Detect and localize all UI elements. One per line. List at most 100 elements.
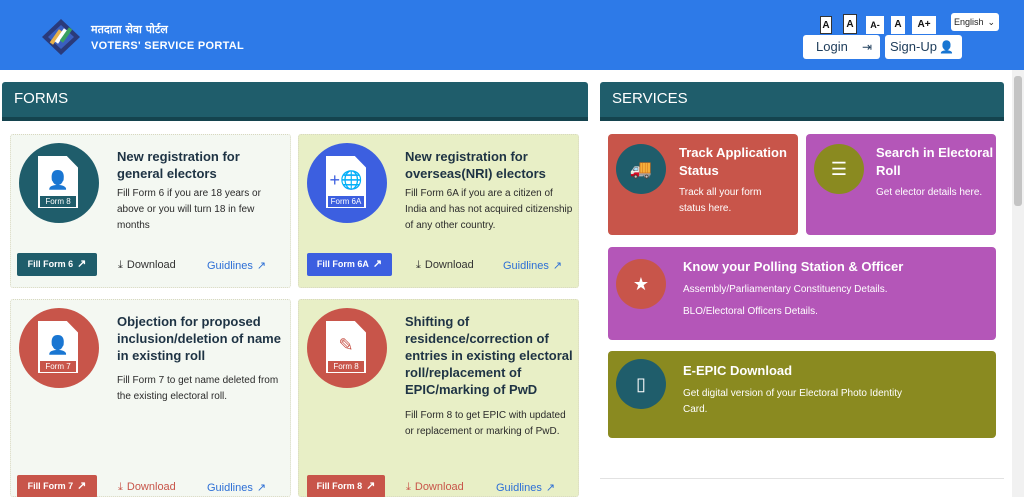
truck-icon: 🚚 (616, 144, 666, 194)
language-value: English (954, 17, 984, 27)
scrollbar-thumb[interactable] (1014, 76, 1022, 206)
document-icon: 👤 Form 8 (38, 156, 78, 208)
guidelines-label: Guidlines (496, 482, 542, 494)
document-icon: +🌐 Form 6A (326, 156, 366, 208)
form-card-6a: +🌐 Form 6A New registration for overseas… (298, 134, 579, 288)
arrow-up-right-icon: ↗ (256, 260, 267, 272)
shield-star-icon: ★ (616, 259, 666, 309)
card-description: Fill Form 8 to get EPIC with updated or … (405, 410, 566, 437)
service-title: Search in Electoral Roll (876, 145, 994, 178)
search-list-icon: ☰ (814, 144, 864, 194)
services-heading: SERVICES (600, 82, 1004, 121)
edit-icon: ✎ (338, 335, 354, 355)
card-description: Fill Form 7 to get name deleted from the… (117, 375, 279, 402)
font-size-decrease-button[interactable]: A- (866, 16, 884, 34)
arrow-up-right-icon: ↗ (552, 260, 563, 272)
guidelines-link[interactable]: Guidlines ↗ (207, 259, 266, 272)
globe-icon: +🌐 (329, 170, 363, 190)
download-icon: ⤓ (118, 481, 123, 493)
service-title: Know your Polling Station & Officer (683, 259, 904, 274)
service-description: Assembly/Parliamentary Constituency Deta… (683, 284, 888, 295)
brand-hindi: मतदाता सेवा पोर्टल (91, 23, 168, 36)
fill-form-label: Fill Form 6A (316, 259, 369, 269)
download-label: Download (126, 481, 176, 493)
font-size-default-button[interactable]: A (820, 16, 832, 34)
language-select[interactable]: English ⌄ (951, 13, 999, 31)
arrow-up-right-icon: ↗ (256, 482, 267, 494)
service-e-epic-download[interactable]: ▯ E-EPIC Download Get digital version of… (608, 351, 996, 438)
document-icon: ✎ Form 8 (326, 321, 366, 373)
guidelines-label: Guidlines (207, 260, 253, 272)
font-size-contrast-button[interactable]: A (843, 14, 857, 34)
login-icon: ⇥ (861, 40, 872, 54)
arrow-up-right-icon: ↗ (545, 482, 556, 494)
download-link[interactable]: ⤓ Download (406, 481, 464, 494)
service-description: Get digital version of your Electoral Ph… (683, 388, 903, 415)
service-polling-station[interactable]: ★ Know your Polling Station & Officer As… (608, 247, 996, 340)
brand-english: VOTERS' SERVICE PORTAL (91, 40, 245, 52)
service-title: E-EPIC Download (683, 363, 793, 378)
fill-form-label: Fill Form 7 (27, 481, 74, 491)
form-label: Form 8 (40, 196, 76, 207)
download-link[interactable]: ⤓ Download (118, 481, 176, 494)
download-icon: ⤓ (118, 259, 123, 271)
service-track-application[interactable]: 🚚 Track Application Status Track all you… (608, 134, 798, 235)
font-size-normal-button[interactable]: A (891, 16, 905, 34)
guidelines-label: Guidlines (503, 260, 549, 272)
forms-heading: FORMS (2, 82, 588, 121)
card-description: Fill Form 6A if you are a citizen of Ind… (405, 188, 573, 231)
guidelines-link[interactable]: Guidlines ↗ (207, 481, 266, 494)
form-6a-badge: +🌐 Form 6A (307, 143, 387, 223)
fill-form-7-button[interactable]: Fill Form 7 ↗ (17, 475, 97, 497)
font-size-increase-button[interactable]: A+ (912, 16, 936, 34)
guidelines-link[interactable]: Guidlines ↗ (496, 481, 555, 494)
service-description: Get elector details here. (876, 187, 983, 198)
fill-form-6-button[interactable]: Fill Form 6 ↗ (17, 253, 97, 276)
service-description-2: BLO/Electoral Officers Details. (683, 306, 818, 317)
form-8-badge: ✎ Form 8 (307, 308, 387, 388)
card-title: Objection for proposed inclusion/deletio… (117, 314, 281, 363)
fill-form-6a-button[interactable]: Fill Form 6A ↗ (307, 253, 392, 276)
form-card-7: 👤 Form 7 Objection for proposed inclusio… (10, 299, 291, 497)
download-icon: ⤓ (406, 481, 411, 493)
card-title: New registration for overseas(NRI) elect… (405, 149, 546, 181)
form-6-badge: 👤 Form 8 (19, 143, 99, 223)
chevron-down-icon: ⌄ (987, 17, 995, 27)
download-icon: ⤓ (416, 259, 421, 271)
card-description: Fill Form 6 if you are 18 years or above… (117, 188, 261, 231)
service-title: Track Application Status (679, 145, 787, 178)
download-link[interactable]: ⤓ Download (118, 259, 176, 272)
eci-logo (42, 19, 80, 55)
card-title: Shifting of residence/correction of entr… (405, 314, 573, 397)
signup-button[interactable]: Sign-Up 👤 (885, 35, 962, 59)
guidelines-label: Guidlines (207, 482, 253, 494)
form-card-6: 👤 Form 8 New registration for general el… (10, 134, 291, 288)
signup-label: Sign-Up (890, 39, 937, 54)
login-label: Login (816, 39, 848, 54)
arrow-up-right-icon: ↗ (77, 258, 87, 270)
fill-form-label: Fill Form 6 (27, 259, 74, 269)
service-description: Track all your form status here. (679, 187, 762, 214)
arrow-up-right-icon: ↗ (77, 480, 87, 492)
add-user-icon: 👤 (939, 40, 954, 54)
fill-form-label: Fill Form 8 (316, 481, 363, 491)
form-7-badge: 👤 Form 7 (19, 308, 99, 388)
guidelines-link[interactable]: Guidlines ↗ (503, 259, 562, 272)
service-search-electoral-roll[interactable]: ☰ Search in Electoral Roll Get elector d… (806, 134, 996, 235)
download-label: Download (126, 259, 176, 271)
download-label: Download (424, 259, 474, 271)
document-icon: 👤 Form 7 (38, 321, 78, 373)
add-user-icon: 👤 (46, 170, 70, 190)
card-title: New registration for general electors (117, 149, 240, 181)
download-link[interactable]: ⤓ Download (416, 259, 474, 272)
login-button[interactable]: Login ⇥ (803, 35, 880, 59)
arrow-up-right-icon: ↗ (372, 258, 383, 270)
download-label: Download (414, 481, 464, 493)
form-label: Form 7 (40, 361, 76, 372)
form-card-8: ✎ Form 8 Shifting of residence/correctio… (298, 299, 579, 497)
site-header: मतदाता सेवा पोर्टल VOTERS' SERVICE PORTA… (0, 0, 1024, 70)
form-label: Form 8 (328, 361, 364, 372)
fill-form-8-button[interactable]: Fill Form 8 ↗ (307, 475, 385, 497)
form-label: Form 6A (328, 196, 364, 207)
id-card-icon: ▯ (616, 359, 666, 409)
